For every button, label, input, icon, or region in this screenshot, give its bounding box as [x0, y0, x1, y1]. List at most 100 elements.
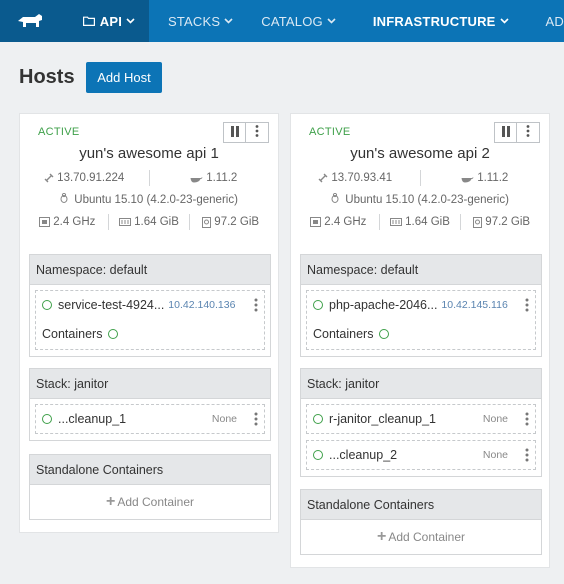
containers-label: Containers	[313, 327, 374, 341]
page-title: Hosts	[19, 66, 75, 88]
link-icon	[318, 173, 328, 183]
host-ip: 13.70.93.41	[331, 172, 393, 184]
host-cpu: 2.4 GHz	[324, 216, 367, 228]
host-network-info: 13.70.93.41 1.11.2	[291, 170, 549, 186]
linux-icon	[60, 193, 68, 203]
host-os: Ubuntu 15.10 (4.2.0-23-generic)	[291, 193, 549, 206]
rancher-logo-icon[interactable]	[0, 0, 61, 42]
kebab-icon[interactable]	[525, 448, 529, 462]
containers-row[interactable]: Containers	[307, 319, 535, 349]
host-storage: 97.2 GiB	[485, 216, 531, 228]
storage-icon	[202, 216, 212, 228]
stack-section: Stack: janitor ...cleanup_1 None	[29, 368, 271, 441]
kebab-icon	[526, 124, 530, 142]
host-menu-button[interactable]	[246, 122, 269, 143]
nav-infrastructure[interactable]: INFRASTRUCTURE	[372, 0, 509, 42]
containers-label: Containers	[42, 327, 103, 341]
top-nav: API STACKS CATALOG INFRASTRUCTURE AD	[0, 0, 564, 42]
kebab-icon	[255, 124, 259, 142]
storage-icon	[473, 216, 483, 228]
host-memory: 1.64 GiB	[405, 216, 450, 228]
memory-icon	[119, 218, 132, 226]
host-actions	[494, 122, 540, 143]
link-icon	[44, 173, 54, 183]
docker-version: 1.11.2	[477, 172, 509, 184]
status-circle-icon	[313, 300, 323, 310]
host-memory: 1.64 GiB	[134, 216, 179, 228]
host-card: ACTIVE yun's awesome api 2 13.70.93.41 1…	[290, 113, 550, 568]
nav-admin[interactable]: AD	[546, 0, 564, 42]
container-name[interactable]: ...cleanup_1	[58, 412, 126, 426]
docker-version: 1.11.2	[206, 172, 238, 184]
standalone-title: Standalone Containers	[301, 490, 541, 520]
cpu-icon	[310, 217, 322, 227]
memory-icon	[390, 218, 403, 226]
nav-stacks[interactable]: STACKS	[167, 0, 233, 42]
plus-icon: +	[105, 493, 116, 510]
standalone-section: Standalone Containers + Add Container	[29, 454, 271, 520]
standalone-title: Standalone Containers	[30, 455, 270, 485]
status-circle-icon	[379, 329, 390, 339]
add-container-button[interactable]: + Add Container	[301, 520, 541, 554]
host-cpu: 2.4 GHz	[53, 216, 96, 228]
service-name[interactable]: php-apache-2046...	[329, 298, 437, 312]
host-name[interactable]: yun's awesome api 1	[20, 145, 278, 162]
host-actions	[223, 122, 269, 143]
host-menu-button[interactable]	[517, 122, 540, 143]
standalone-section: Standalone Containers + Add Container	[300, 489, 542, 555]
stack-section: Stack: janitor r-janitor_cleanup_1 None …	[300, 368, 542, 477]
chevron-down-icon	[499, 17, 509, 25]
kebab-icon[interactable]	[525, 298, 529, 312]
host-os: Ubuntu 15.10 (4.2.0-23-generic)	[20, 193, 278, 206]
host-state: ACTIVE	[38, 126, 80, 138]
nav-infrastructure-label: INFRASTRUCTURE	[372, 13, 496, 29]
host-name[interactable]: yun's awesome api 2	[291, 145, 549, 162]
status-circle-icon	[108, 329, 119, 339]
pause-button[interactable]	[494, 122, 517, 143]
kebab-icon[interactable]	[254, 298, 258, 312]
status-circle-icon	[42, 300, 52, 310]
container-name[interactable]: ...cleanup_2	[329, 448, 397, 462]
service-name[interactable]: service-test-4924...	[58, 298, 164, 312]
add-container-label: Add Container	[117, 495, 195, 509]
nav-catalog-label: CATALOG	[261, 13, 323, 29]
add-container-label: Add Container	[388, 530, 466, 544]
docker-icon	[461, 174, 474, 183]
chevron-down-icon	[224, 17, 233, 25]
container-row[interactable]: ...cleanup_1 None	[36, 405, 264, 433]
container-row[interactable]: r-janitor_cleanup_1 None	[307, 405, 535, 433]
host-storage: 97.2 GiB	[214, 216, 260, 228]
host-os-label: Ubuntu 15.10 (4.2.0-23-generic)	[74, 194, 238, 206]
chevron-down-icon	[126, 17, 135, 25]
env-switcher[interactable]: API	[60, 0, 149, 42]
pause-button[interactable]	[223, 122, 246, 143]
docker-icon	[190, 174, 203, 183]
folder-icon	[82, 16, 95, 26]
container-name[interactable]: r-janitor_cleanup_1	[329, 412, 436, 426]
add-container-button[interactable]: + Add Container	[30, 485, 270, 519]
service-row[interactable]: service-test-4924... 10.42.140.136	[36, 291, 264, 319]
namespace-title: Namespace: default	[301, 255, 541, 285]
container-row[interactable]: ...cleanup_2 None	[307, 441, 535, 469]
nav-catalog[interactable]: CATALOG	[261, 0, 336, 42]
env-label: API	[99, 13, 123, 29]
host-ip: 13.70.91.224	[57, 172, 125, 184]
service-row[interactable]: php-apache-2046... 10.42.145.116	[307, 291, 535, 319]
container-value: None	[482, 413, 508, 425]
pause-icon	[230, 124, 240, 142]
kebab-icon[interactable]	[525, 412, 529, 426]
host-resources: 2.4 GHz 1.64 GiB 97.2 GiB	[291, 214, 549, 230]
nav-stacks-label: STACKS	[167, 13, 221, 29]
host-os-label: Ubuntu 15.10 (4.2.0-23-generic)	[345, 194, 509, 206]
kebab-icon[interactable]	[254, 412, 258, 426]
chevron-down-icon	[327, 17, 336, 25]
container-value: None	[211, 413, 237, 425]
service-ip: 10.42.145.116	[441, 299, 508, 311]
host-resources: 2.4 GHz 1.64 GiB 97.2 GiB	[20, 214, 278, 230]
nav-admin-label: AD	[545, 13, 564, 29]
host-network-info: 13.70.91.224 1.11.2	[20, 170, 278, 186]
status-circle-icon	[42, 414, 52, 424]
containers-row[interactable]: Containers	[36, 319, 264, 349]
add-host-button[interactable]: Add Host	[86, 62, 162, 93]
host-card: ACTIVE yun's awesome api 1 13.70.91.224 …	[19, 113, 279, 533]
